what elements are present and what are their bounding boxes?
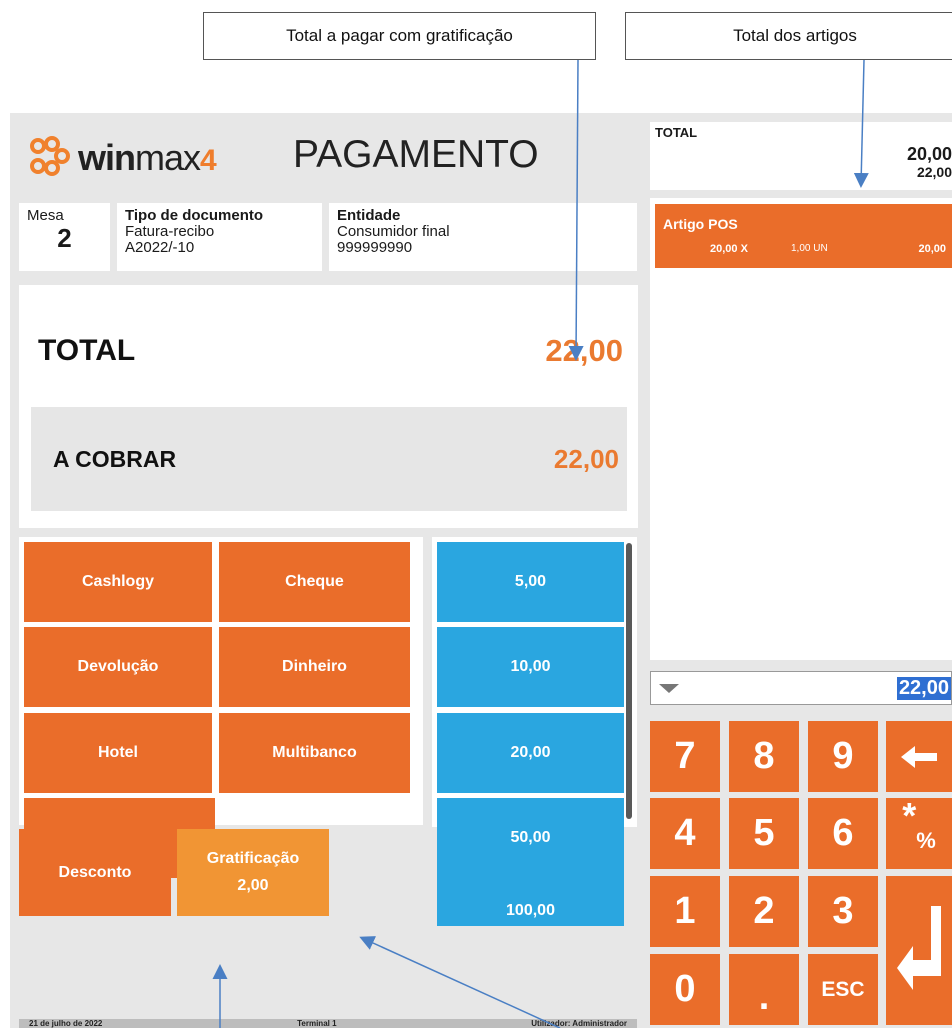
annotation-arrows (212, 59, 869, 1028)
arrow-to-items-total (853, 59, 869, 188)
arrow-to-tip-button (359, 936, 561, 1028)
arrow-to-total (568, 59, 584, 361)
